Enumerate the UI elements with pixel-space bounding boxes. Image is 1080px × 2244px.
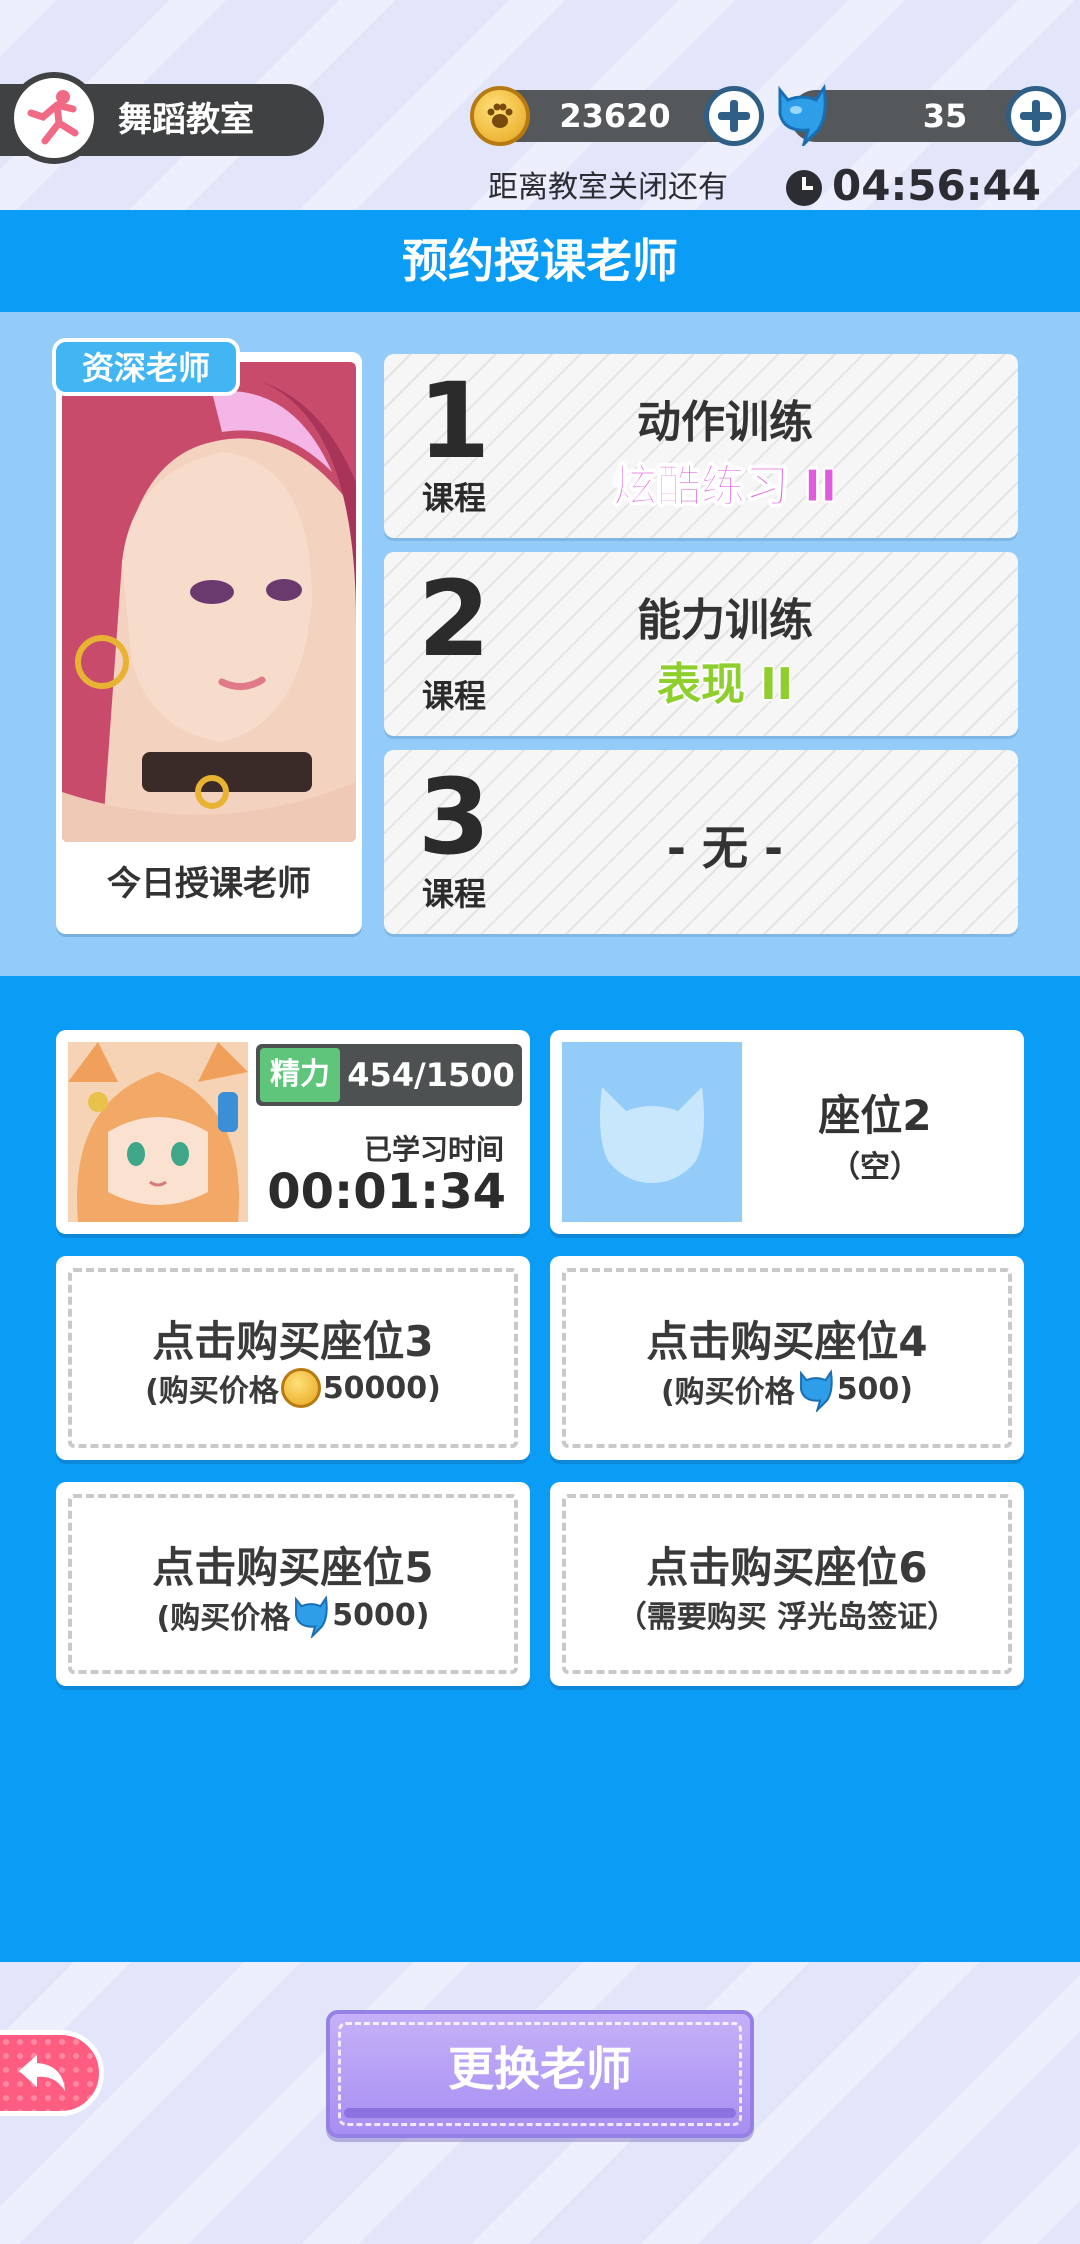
price-value: 5000)	[332, 1597, 430, 1633]
teacher-portrait	[62, 362, 356, 842]
gem-icon	[295, 1595, 328, 1638]
add-gems-button[interactable]	[1006, 86, 1066, 146]
paw-coin-icon	[470, 86, 530, 146]
cat-gem-icon	[774, 80, 830, 146]
price-prefix: (购买价格	[145, 1374, 279, 1409]
course-number: 2	[417, 558, 491, 680]
classroom-close-label: 距离教室关闭还有	[488, 170, 728, 205]
buy-seat-6-title: 点击购买座位6	[646, 1543, 928, 1592]
course-title: 动作训练	[637, 397, 813, 448]
course-label: 课程	[421, 479, 486, 517]
change-teacher-label: 更换老师	[448, 2042, 632, 2096]
course-label: 课程	[421, 875, 486, 913]
teacher-caption: 今日授课老师	[107, 864, 311, 904]
gem-balance-value: 35	[922, 97, 968, 135]
page-title: 预约授课老师	[402, 234, 678, 288]
learned-time-label: 已学习时间	[363, 1133, 504, 1166]
buy-seat-4-title: 点击购买座位4	[646, 1317, 928, 1366]
course-subtitle: 炫酷练习 II	[612, 461, 838, 513]
coin-icon	[280, 1368, 321, 1408]
buy-seat-5-title: 点击购买座位5	[152, 1543, 434, 1592]
course-title: 能力训练	[637, 595, 813, 646]
price-prefix: (购买价格	[156, 1601, 291, 1636]
learned-time-value: 00:01:34	[267, 1164, 506, 1220]
energy-tag: 精力	[260, 1048, 340, 1102]
price-prefix: (购买价格	[660, 1375, 795, 1410]
back-button[interactable]	[0, 2030, 104, 2116]
back-arrow-icon	[19, 2055, 65, 2091]
clock-icon	[786, 170, 822, 206]
buy-seat-5-price: (购买价格 5000)	[56, 1592, 530, 1638]
course-label: 课程	[421, 677, 486, 715]
price-value: 500)	[836, 1371, 914, 1407]
student-portrait	[68, 1042, 248, 1222]
seat-2-title: 座位2	[818, 1091, 932, 1140]
classroom-title: 舞蹈教室	[118, 100, 254, 140]
gem-icon	[799, 1369, 833, 1412]
buy-seat-3-title: 点击购买座位3	[152, 1317, 434, 1366]
close-countdown: 04:56:44	[832, 161, 1041, 210]
course-subtitle: 表现 II	[656, 659, 794, 710]
price-value: 50000)	[322, 1370, 441, 1406]
course-number: 1	[417, 360, 491, 482]
energy-value: 454/1500	[347, 1056, 515, 1094]
course-number: 3	[417, 756, 491, 878]
course-empty: - 无 -	[666, 821, 784, 875]
buy-seat-4-price: (购买价格 500)	[550, 1366, 1024, 1412]
empty-seat-cat-icon	[562, 1042, 742, 1222]
buy-seat-3-price: (购买价格 50000)	[56, 1366, 530, 1410]
senior-teacher-badge: 资深老师	[52, 338, 240, 396]
seat-2-status: （空）	[830, 1150, 920, 1185]
buy-seat-6-requirement: （需要购买 浮光岛签证）	[616, 1600, 958, 1635]
dance-icon	[8, 72, 100, 164]
add-coins-button[interactable]	[704, 86, 764, 146]
